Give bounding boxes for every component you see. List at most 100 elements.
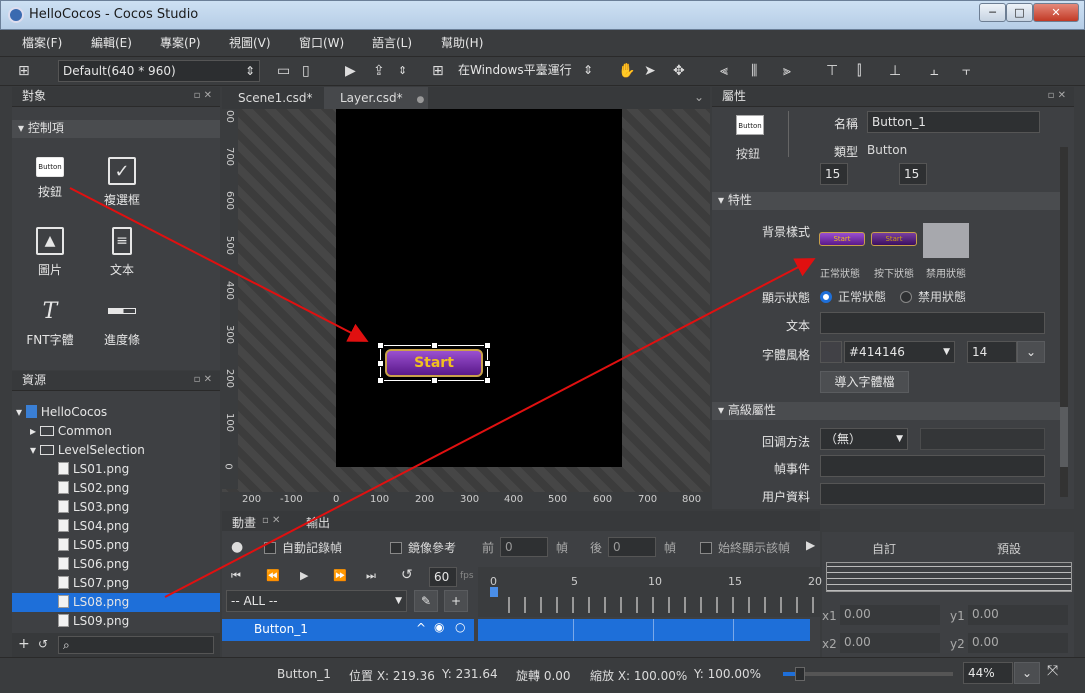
tree-file[interactable]: LS02.png [12, 479, 220, 498]
panel-pin-close-icon[interactable]: ▫ ✕ [1048, 90, 1066, 101]
import-font-button[interactable]: 導入字體檔 [820, 371, 909, 393]
tree-file[interactable]: LS01.png [12, 460, 220, 479]
loop-icon[interactable]: ↺ [401, 567, 413, 583]
menu-project[interactable]: 專案(P) [160, 34, 201, 51]
tree-folder[interactable]: ▾ LevelSelection [12, 441, 220, 460]
new-icon[interactable]: ⊞ [18, 57, 30, 85]
disabled-state-sprite[interactable] [923, 223, 969, 258]
features-section[interactable]: ▾ 特性 [712, 192, 1060, 210]
chevron-down-icon[interactable]: ⌄ [1014, 662, 1040, 684]
always-show-checkbox[interactable]: 始終顯示該幀 [700, 539, 790, 556]
normal-state-radio[interactable]: 正常狀態 [820, 288, 886, 305]
landscape-icon[interactable]: ▭ [277, 57, 290, 85]
next-frame-field[interactable]: 0 [608, 537, 656, 557]
user-data-field[interactable] [820, 483, 1045, 505]
first-frame-icon[interactable]: ⏮ [231, 569, 241, 583]
node-filter-select[interactable]: -- ALL -- ▼ [226, 590, 407, 612]
controls-section[interactable]: ▾ 控制項 [12, 120, 220, 138]
tree-file[interactable]: LS09.png [12, 612, 220, 631]
next-frame-icon[interactable]: ⏩ [333, 569, 347, 582]
fps-field[interactable]: 60 [429, 567, 457, 587]
timeline-ruler[interactable]: 0 5 10 15 20 [478, 567, 822, 617]
callback-name-field[interactable] [920, 428, 1045, 450]
custom-tab[interactable]: 自訂 [872, 540, 896, 557]
resolution-select[interactable]: Default(640 * 960) ⇕ [58, 60, 260, 82]
tab-layer[interactable]: Layer.csd* ● [324, 87, 428, 109]
resize-handle[interactable] [484, 360, 491, 367]
menu-edit[interactable]: 編輯(E) [91, 34, 132, 51]
menu-window[interactable]: 窗口(W) [299, 34, 344, 51]
pressed-state-sprite[interactable]: Start [871, 232, 917, 246]
font-color-swatch[interactable] [820, 341, 842, 363]
width-field[interactable]: 15 [820, 163, 848, 185]
tree-file[interactable]: LS05.png [12, 536, 220, 555]
panel-pin-close-icon[interactable]: ▫ ✕ [194, 374, 212, 385]
control-text[interactable]: ≡ 文本 [92, 227, 152, 278]
x2-field[interactable]: 0.00 [840, 633, 940, 653]
tree-file[interactable]: LS03.png [12, 498, 220, 517]
timeline-track[interactable] [478, 619, 810, 641]
fit-screen-icon[interactable]: ⤧ [1047, 663, 1058, 679]
distribute-horizontal-icon[interactable]: ⫠ [930, 57, 938, 85]
y1-field[interactable]: 0.00 [968, 605, 1068, 625]
resize-handle[interactable] [377, 342, 384, 349]
tree-file[interactable]: LS04.png [12, 517, 220, 536]
selected-button-node[interactable]: Start [377, 342, 491, 384]
zoom-slider-handle[interactable] [795, 667, 805, 681]
tree-file[interactable]: LS07.png [12, 574, 220, 593]
maximize-button[interactable]: □ [1006, 3, 1033, 22]
chevron-down-icon[interactable]: ⌄ [694, 90, 704, 104]
frame-event-field[interactable] [820, 455, 1045, 477]
tree-folder[interactable]: ▸ Common [12, 422, 220, 441]
resize-handle[interactable] [431, 342, 438, 349]
move-tool-icon[interactable]: ✥ [673, 57, 685, 85]
record-icon[interactable]: ● [231, 539, 243, 555]
panel-pin-close-icon[interactable]: ▫ ✕ [194, 90, 212, 101]
start-button-sprite[interactable]: Start [385, 349, 483, 377]
play-icon[interactable]: ▶ [345, 57, 356, 85]
close-button[interactable]: ✕ [1033, 3, 1079, 22]
menu-language[interactable]: 語言(L) [372, 34, 412, 51]
refresh-icon[interactable]: ↺ [38, 637, 48, 651]
align-left-icon[interactable]: ⫷ [720, 57, 728, 85]
mirror-checkbox[interactable]: 鏡像參考 [390, 539, 456, 556]
publish-icon[interactable]: ⇪ [373, 57, 385, 85]
text-input[interactable] [820, 312, 1045, 334]
menu-file[interactable]: 檔案(F) [22, 34, 62, 51]
panel-pin-close-icon[interactable]: ▫ ✕ [262, 515, 280, 526]
control-progress-bar[interactable]: 進度條 [92, 297, 152, 348]
zoom-slider[interactable] [783, 667, 953, 681]
distribute-vertical-icon[interactable]: ⫟ [962, 57, 970, 85]
tab-animation[interactable]: 動畫 [232, 514, 256, 531]
resource-search-input[interactable]: ⌕ [58, 636, 214, 654]
resize-handle[interactable] [484, 342, 491, 349]
chevron-up-icon[interactable]: ^ [416, 621, 426, 635]
font-size-field[interactable]: 14 [967, 341, 1017, 363]
next-panel-icon[interactable]: ▶ [806, 538, 815, 552]
playhead[interactable] [490, 587, 498, 597]
tab-scene1[interactable]: Scene1.csd* ● [222, 87, 324, 127]
align-center-icon[interactable]: ⫼ [751, 57, 757, 85]
play-icon[interactable]: ▶ [300, 569, 308, 582]
control-image[interactable]: ▲ 圖片 [20, 227, 80, 278]
tree-root[interactable]: ▾ HelloCocos [12, 403, 220, 422]
last-frame-icon[interactable]: ⏭ [366, 569, 376, 583]
tree-file[interactable]: LS06.png [12, 555, 220, 574]
chevron-down-icon[interactable]: ⌄ [1017, 341, 1045, 363]
control-fnt-font[interactable]: T FNT字體 [20, 297, 80, 348]
name-field[interactable]: Button_1 [867, 111, 1040, 133]
resize-handle[interactable] [431, 377, 438, 384]
run-target-select[interactable]: 在Windows平臺運行 ⇕ [454, 60, 597, 82]
eye-icon[interactable]: ◉ [434, 620, 444, 634]
callback-select[interactable]: （無） ▼ [820, 428, 908, 450]
design-canvas[interactable] [336, 109, 622, 467]
close-dot-icon[interactable]: ● [416, 95, 424, 105]
font-color-field[interactable]: #414146 ▼ [844, 341, 955, 363]
zoom-field[interactable]: 44% [963, 662, 1013, 684]
hand-tool-icon[interactable]: ✋ [618, 57, 635, 85]
height-field[interactable]: 15 [899, 163, 927, 185]
tab-output[interactable]: 輸出 [306, 514, 330, 531]
canvas-area[interactable]: 00 700 600 500 400 300 200 100 0 200 -10… [222, 109, 710, 508]
align-top-icon[interactable]: ⊤ [826, 57, 838, 85]
properties-scrollbar[interactable] [1060, 147, 1068, 497]
